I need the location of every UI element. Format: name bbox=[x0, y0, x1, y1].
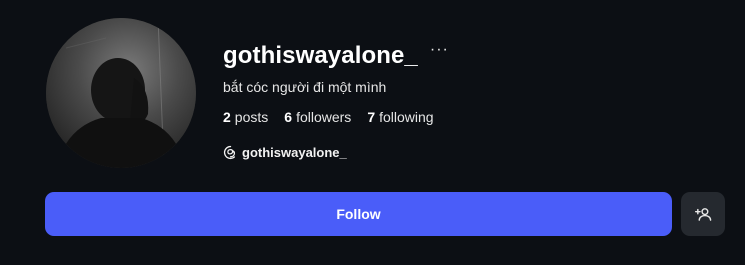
add-user-button[interactable] bbox=[681, 192, 725, 236]
threads-icon bbox=[223, 145, 238, 160]
followers-stat[interactable]: 6 followers bbox=[284, 109, 351, 125]
more-options-button[interactable]: ··· bbox=[428, 42, 451, 58]
bio: bắt cóc người đi một mình bbox=[223, 79, 387, 95]
threads-link[interactable]: gothiswayalone_ bbox=[223, 145, 347, 160]
following-stat[interactable]: 7 following bbox=[367, 109, 433, 125]
following-label: following bbox=[379, 109, 434, 125]
posts-count: 2 bbox=[223, 109, 231, 125]
username: gothiswayalone_ bbox=[223, 42, 418, 69]
posts-label: posts bbox=[234, 109, 269, 125]
threads-handle: gothiswayalone_ bbox=[242, 145, 347, 160]
avatar[interactable] bbox=[46, 18, 196, 168]
profile-stats: 2 posts 6 followers 7 following bbox=[223, 109, 434, 125]
posts-stat[interactable]: 2 posts bbox=[223, 109, 268, 125]
username-row: gothiswayalone_ ··· bbox=[223, 42, 451, 70]
add-user-icon bbox=[694, 206, 712, 223]
followers-label: followers bbox=[296, 109, 352, 125]
following-count: 7 bbox=[367, 109, 376, 125]
profile-header: gothiswayalone_ ··· bắt cóc người đi một… bbox=[0, 0, 745, 265]
avatar-photo bbox=[46, 18, 196, 168]
follow-button[interactable]: Follow bbox=[45, 192, 672, 236]
followers-count: 6 bbox=[284, 109, 293, 125]
